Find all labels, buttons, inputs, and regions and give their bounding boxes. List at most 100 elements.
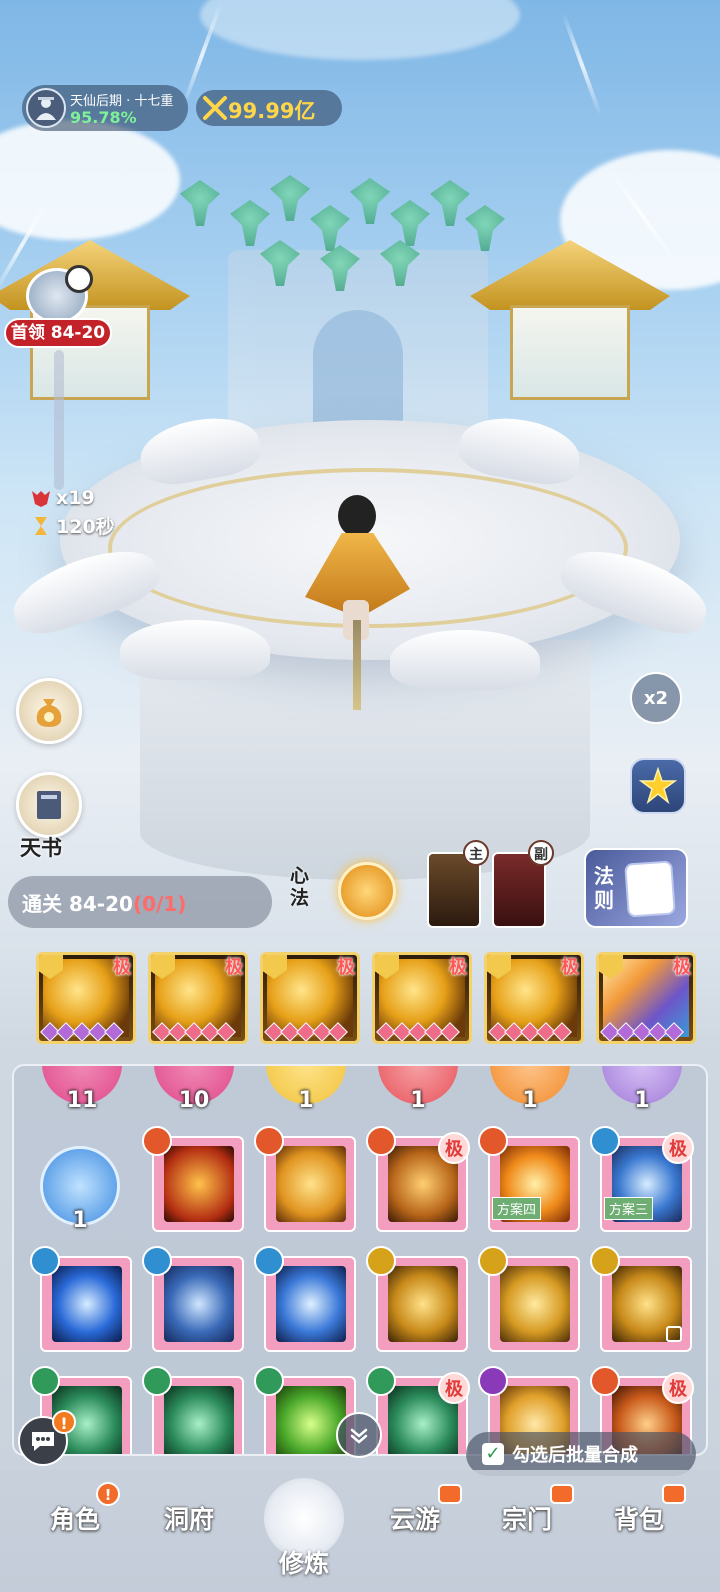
chat-alert-badge: ! bbox=[52, 1410, 76, 1434]
skill-rank: 极 bbox=[673, 957, 691, 978]
wood-element-icon bbox=[254, 1366, 284, 1396]
hourglass-icon bbox=[35, 516, 47, 535]
skill-card[interactable] bbox=[142, 1366, 244, 1454]
water-element-icon bbox=[30, 1246, 60, 1276]
nav-alert-badge: ! bbox=[96, 1482, 120, 1506]
water-element-icon bbox=[590, 1126, 620, 1156]
power-value: 99.99亿 bbox=[228, 99, 316, 123]
skill-card[interactable] bbox=[254, 1126, 356, 1232]
skill-rank: 极 bbox=[449, 957, 467, 978]
scroll-down-button[interactable] bbox=[336, 1412, 382, 1458]
timer-value: 120秒 bbox=[56, 516, 115, 538]
orb-count: 1 bbox=[522, 1088, 538, 1113]
flying-sword bbox=[353, 620, 361, 710]
fire-element-icon bbox=[254, 1126, 284, 1156]
main-weapon-slot[interactable]: 主 bbox=[427, 840, 489, 928]
realm-panel[interactable]: 天仙后期 · 十七重 95.78% bbox=[22, 85, 188, 131]
star-skill-button[interactable] bbox=[630, 758, 686, 814]
skill-rank: 极 bbox=[438, 1132, 470, 1164]
sword-element-icon bbox=[478, 1246, 508, 1276]
stage-count: (0/1) bbox=[132, 892, 187, 916]
stage-progress-bar[interactable]: 通关 84-20(0/1) bbox=[8, 876, 272, 928]
nav-cave[interactable]: 洞府 bbox=[134, 1500, 244, 1536]
xinfa-button[interactable] bbox=[338, 862, 396, 920]
equipped-skill-slot[interactable]: 极 bbox=[148, 952, 248, 1044]
boss-progress-bar bbox=[54, 350, 64, 490]
main-weapon-tag: 主 bbox=[463, 840, 489, 866]
bottom-nav: 角色 ! 洞府 修炼 云游 宗门 背包 bbox=[0, 1470, 720, 1592]
orb-count: 1 bbox=[72, 1208, 88, 1233]
nav-character[interactable]: 角色 bbox=[20, 1500, 130, 1536]
skill-card[interactable]: 极 bbox=[366, 1366, 470, 1454]
skill-card[interactable] bbox=[478, 1246, 580, 1352]
lotus-petal bbox=[120, 620, 270, 680]
star-icon bbox=[638, 766, 678, 805]
fire-element-icon bbox=[366, 1126, 396, 1156]
plan-tag: 方案四 bbox=[492, 1197, 542, 1220]
money-bag-icon bbox=[36, 699, 62, 727]
equipped-skill-slot[interactable]: 极 bbox=[372, 952, 472, 1044]
treasure-bag-button[interactable] bbox=[16, 678, 82, 744]
equipped-skill-slot[interactable]: 极 bbox=[260, 952, 360, 1044]
power-panel[interactable]: 99.99亿 bbox=[196, 90, 342, 126]
orb-count: 11 bbox=[66, 1088, 98, 1113]
skill-rank: 极 bbox=[225, 957, 243, 978]
lock-icon bbox=[666, 1326, 682, 1342]
sword-element-icon bbox=[590, 1246, 620, 1276]
nav-cultivate[interactable]: 修炼 bbox=[258, 1470, 350, 1592]
nav-backpack[interactable]: 背包 bbox=[584, 1500, 694, 1536]
boss-challenge-button[interactable] bbox=[26, 265, 93, 324]
chevron-down-icon bbox=[350, 1428, 368, 1444]
equipped-skill-slot[interactable]: 极 bbox=[596, 952, 696, 1044]
nav-travel[interactable]: 云游 bbox=[360, 1500, 470, 1536]
kill-count: x19 bbox=[56, 487, 95, 509]
skill-rank: 极 bbox=[561, 957, 579, 978]
magnifier-icon bbox=[65, 265, 93, 293]
fire-element-icon bbox=[142, 1126, 172, 1156]
enemy-flock bbox=[170, 170, 510, 291]
kill-counter: x19 bbox=[30, 487, 95, 509]
lotus-petal bbox=[390, 630, 540, 690]
lotus-card-icon bbox=[624, 860, 676, 918]
tianshu-button[interactable] bbox=[16, 772, 82, 838]
book-icon bbox=[37, 791, 61, 819]
skill-rank: 极 bbox=[438, 1372, 470, 1404]
skill-card[interactable] bbox=[590, 1246, 692, 1352]
skill-rank: 极 bbox=[662, 1372, 694, 1404]
equipped-skill-slot[interactable]: 极 bbox=[36, 952, 136, 1044]
gem-row bbox=[40, 1022, 124, 1041]
skill-card[interactable]: 极 方案三 bbox=[590, 1126, 694, 1232]
sword-element-icon bbox=[366, 1246, 396, 1276]
nav-sect[interactable]: 宗门 bbox=[472, 1500, 582, 1536]
speed-toggle-button[interactable]: x2 bbox=[630, 672, 682, 724]
skill-card[interactable] bbox=[142, 1126, 244, 1232]
checkbox[interactable]: ✓ bbox=[482, 1443, 504, 1465]
skill-card[interactable]: 方案四 bbox=[478, 1126, 580, 1232]
orb-count: 1 bbox=[298, 1088, 314, 1113]
skill-card[interactable] bbox=[30, 1246, 132, 1352]
fate-rules-button[interactable]: 法则 bbox=[584, 848, 688, 928]
skill-card[interactable] bbox=[142, 1246, 244, 1352]
fate-label: 法则 bbox=[594, 864, 614, 912]
gem-row bbox=[600, 1022, 684, 1041]
skill-bag-panel[interactable]: 11 10 1 1 1 1 1 极 方案四 极 方案三 极 极 bbox=[12, 1064, 708, 1456]
wood-element-icon bbox=[30, 1366, 60, 1396]
equipped-skills-row: 极 极 极 极 极 极 bbox=[28, 952, 700, 1054]
sub-weapon-slot[interactable]: 副 bbox=[492, 840, 554, 928]
orb-count: 10 bbox=[178, 1088, 210, 1113]
skill-card[interactable]: 极 bbox=[366, 1126, 470, 1232]
skill-card[interactable] bbox=[366, 1246, 468, 1352]
fire-element-icon bbox=[478, 1126, 508, 1156]
sub-weapon-tag: 副 bbox=[528, 840, 554, 866]
batch-combine-label: 勾选后批量合成 bbox=[512, 1445, 638, 1466]
gem-row bbox=[488, 1022, 572, 1041]
light-streak bbox=[561, 12, 603, 118]
boss-stage-label: 首领 84-20 bbox=[4, 318, 112, 348]
equipped-skill-slot[interactable]: 极 bbox=[484, 952, 584, 1044]
boss-timer: 120秒 bbox=[30, 512, 115, 539]
stage-text: 通关 84-20(0/1) bbox=[22, 888, 186, 917]
demon-head-icon bbox=[32, 491, 50, 507]
xinfa-label: 心法 bbox=[290, 865, 310, 909]
skill-card[interactable] bbox=[254, 1246, 356, 1352]
gem-row bbox=[152, 1022, 236, 1041]
